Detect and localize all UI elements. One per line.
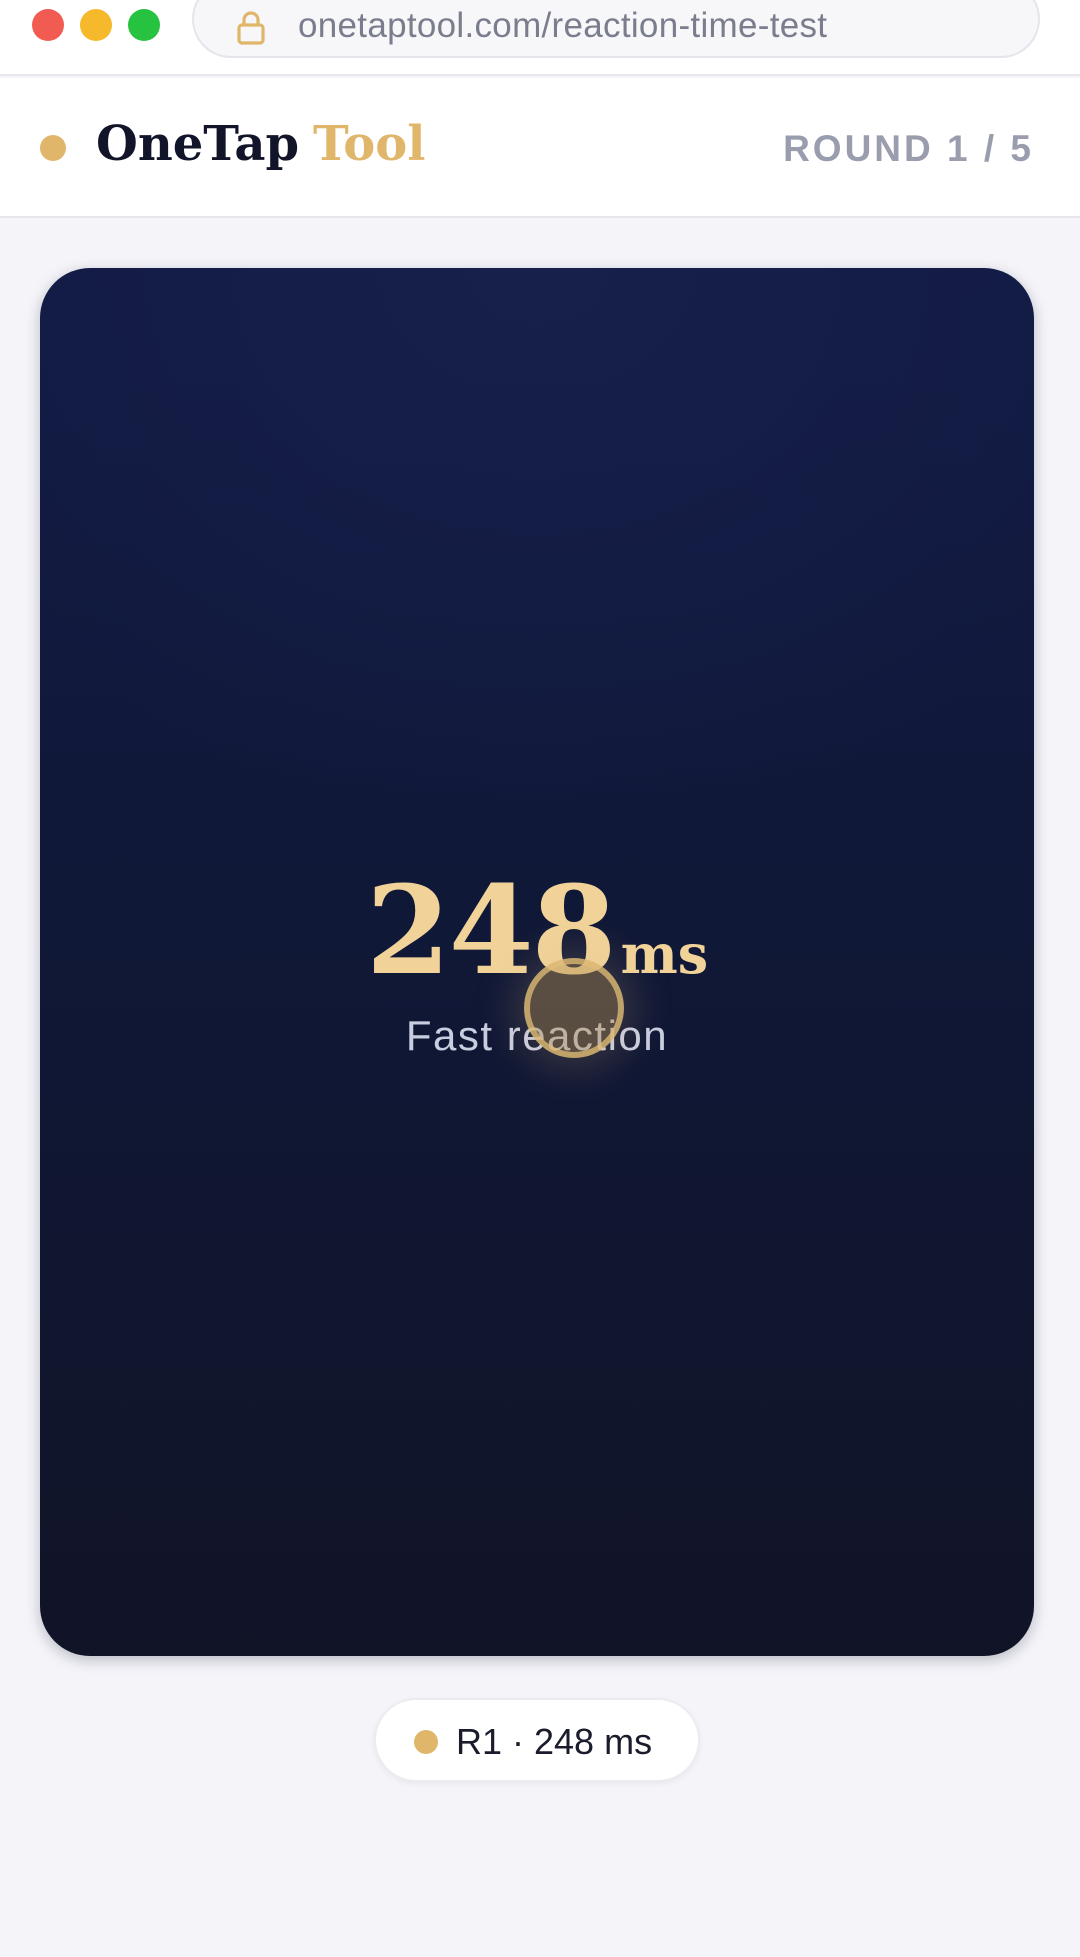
site-header: OneTap Tool ROUND 1 / 5 — [0, 78, 1080, 218]
brand-dot-icon — [40, 135, 66, 161]
brand-logo[interactable]: OneTap Tool — [96, 116, 426, 172]
round-result-chip: R1 · 248 ms — [374, 1698, 700, 1782]
brand-accent: Tool — [313, 116, 426, 172]
close-window-icon[interactable] — [32, 9, 64, 41]
address-bar[interactable]: onetaptool.com/reaction-time-test — [192, 0, 1040, 58]
url-text: onetaptool.com/reaction-time-test — [298, 6, 828, 45]
reaction-test-area[interactable]: 248 ms Fast reaction — [40, 268, 1034, 1656]
lock-icon — [237, 11, 265, 45]
tap-indicator-icon — [524, 958, 624, 1058]
minimize-window-icon[interactable] — [80, 9, 112, 41]
reaction-time-unit: ms — [620, 922, 709, 986]
brand-name: OneTap — [96, 116, 300, 172]
chip-dot-icon — [414, 1730, 438, 1754]
maximize-window-icon[interactable] — [128, 9, 160, 41]
round-result-label: R1 · 248 ms — [456, 1721, 653, 1762]
browser-toolbar: onetaptool.com/reaction-time-test — [0, 0, 1080, 76]
round-counter: ROUND 1 / 5 — [783, 128, 1034, 169]
